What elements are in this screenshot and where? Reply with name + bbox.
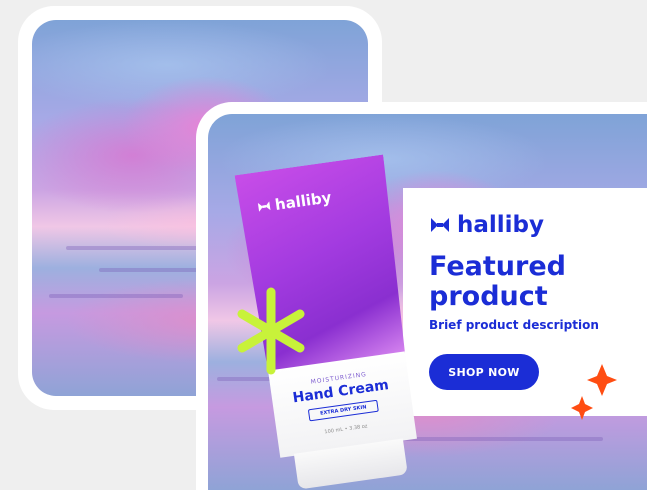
halliby-logo-icon [256, 200, 272, 214]
shop-now-button[interactable]: SHOP NOW [429, 354, 539, 390]
tube-size: 100 mL • 3.38 oz [324, 423, 368, 436]
tube-brand: halliby [256, 188, 333, 216]
brand-logo[interactable]: halliby [429, 212, 544, 238]
product-description: Brief product description [429, 318, 599, 332]
brand-name: halliby [457, 212, 545, 238]
halliby-logo-icon [431, 218, 449, 232]
tube-brand-text: halliby [273, 188, 333, 214]
ad-headline: Featured product [429, 251, 566, 312]
orange-sparkles-icon [571, 364, 617, 420]
reflection-streak [48, 294, 184, 299]
lime-asterisk-icon [237, 287, 305, 375]
tube-badge: EXTRA DRY SKIN [307, 399, 379, 422]
